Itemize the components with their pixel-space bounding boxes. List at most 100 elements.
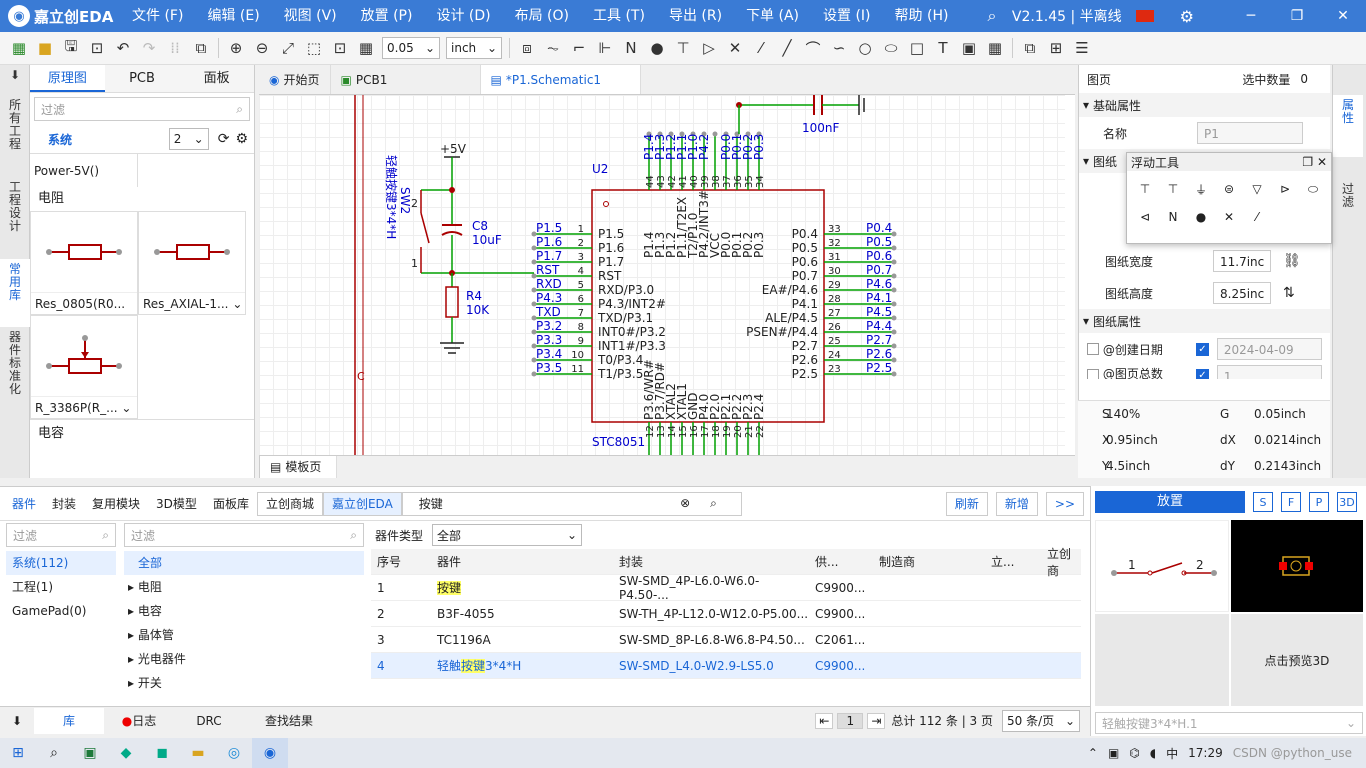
pages-field[interactable]: 1 <box>1216 365 1322 379</box>
library-item[interactable]: Res_AXIAL-1... ⌄ <box>138 211 246 315</box>
column-header[interactable]: 立创商 <box>1041 545 1081 579</box>
category-item[interactable]: 全部 <box>124 551 364 575</box>
net-label-icon[interactable]: N <box>618 35 644 61</box>
gear-icon[interactable]: ⚙ <box>1180 7 1194 26</box>
checklist-icon[interactable]: ☰ <box>1069 35 1095 61</box>
date-visible-checkbox[interactable] <box>1087 343 1099 355</box>
symbol-view-button[interactable]: S <box>1253 492 1273 512</box>
add-button[interactable]: 新增 <box>995 491 1038 516</box>
probe-icon[interactable]: ⁄ <box>748 35 774 61</box>
page-number-field[interactable]: 1 <box>837 712 864 729</box>
component-icon[interactable]: ⧈ <box>514 35 540 61</box>
device-search-input[interactable]: 按键 ⊗ ⌕ <box>401 491 742 516</box>
save-icon[interactable]: 🖫 <box>58 35 84 61</box>
refresh-button[interactable]: 刷新 <box>945 491 988 516</box>
tab-3d-models[interactable]: 3D模型 <box>148 495 205 512</box>
library-search-input[interactable]: 过滤 ⌕ <box>34 97 250 121</box>
tab-schematic1[interactable]: ▤ *P1.Schematic1 <box>480 65 641 94</box>
click-preview-3d[interactable]: 点击预览3D <box>1231 614 1363 706</box>
category-filter-input[interactable]: 过滤 ⌕ <box>124 523 364 547</box>
page-size-select[interactable]: 50 条/页 ⌄ <box>1002 709 1080 732</box>
ground-icon[interactable]: ⏚ <box>1187 175 1215 203</box>
category-item[interactable]: ▸ 光电器件 <box>124 647 364 671</box>
open-folder-icon[interactable]: ■ <box>32 35 58 61</box>
column-header[interactable]: 制造商 <box>873 553 985 570</box>
bom-icon[interactable]: ⧉ <box>1017 35 1043 61</box>
pin-icon[interactable]: ⬇ <box>0 714 34 728</box>
menu-item[interactable]: 放置 (P) <box>349 0 425 32</box>
menu-item[interactable]: 布局 (O) <box>503 0 581 32</box>
table-row[interactable]: 1 按键 SW-SMD_4P-L6.0-W6.0-P4.50-... C9900... <box>371 575 1081 602</box>
language-flag-icon[interactable] <box>1135 10 1154 22</box>
chevron-down-icon[interactable]: ⌄ <box>232 297 242 311</box>
pop-out-icon[interactable]: ❐ <box>1302 155 1313 169</box>
refresh-icon[interactable]: ⟳ <box>218 131 230 147</box>
category-item[interactable]: ▸ 电容 <box>124 599 364 623</box>
tab-start-page[interactable]: ◉ 开始页 <box>259 65 331 94</box>
floating-tools-header[interactable]: 浮动工具 ❐ ✕ <box>1127 153 1331 171</box>
rail-tab-filter[interactable]: 过滤 <box>1333 157 1363 219</box>
table-row[interactable]: 4 轻触按键3*4*H SW-SMD_L4.0-W2.9-LS5.0 C9900... <box>371 653 1081 679</box>
image-icon[interactable]: ▣ <box>956 35 982 61</box>
place-button[interactable]: 放置 <box>1095 491 1245 513</box>
pages-visible-checkbox[interactable] <box>1087 369 1099 379</box>
ellipse-icon[interactable]: ⬭ <box>878 35 904 61</box>
windows-start-icon[interactable]: ⊞ <box>0 738 36 768</box>
wire-icon[interactable]: ⏦ <box>540 35 566 61</box>
save-as-icon[interactable]: ⊡ <box>84 35 110 61</box>
file-explorer-icon[interactable]: ▬ <box>180 738 216 768</box>
ime-icon[interactable]: 中 <box>1166 745 1178 762</box>
tab-drc[interactable]: DRC <box>174 714 244 728</box>
no-connect-icon[interactable]: ✕ <box>722 35 748 61</box>
pages-enabled-checkbox[interactable]: ✓ <box>1196 369 1209 379</box>
menu-item[interactable]: 文件 (F) <box>120 0 195 32</box>
rail-tab-project-design[interactable]: 工程设计 <box>0 177 30 259</box>
symbol-preview[interactable]: 12 <box>1095 520 1229 612</box>
no-connect-icon[interactable]: ✕ <box>1215 203 1243 231</box>
jlc-eda-taskbar-icon[interactable]: ◉ <box>252 738 288 768</box>
menu-item[interactable]: 设计 (D) <box>424 0 502 32</box>
net-flag-icon[interactable]: ● <box>644 35 670 61</box>
tab-library[interactable]: 库 <box>34 707 104 734</box>
app-qc-icon[interactable]: ◆ <box>108 738 144 768</box>
table-row[interactable]: 3 TC1196A SW-SMD_8P-L6.8-W6.8-P4.50... C206… <box>371 627 1081 653</box>
library-item[interactable]: Res_0805(R0... ⌄ <box>30 211 138 333</box>
table-icon[interactable]: ▦ <box>982 35 1008 61</box>
find-icon[interactable]: ⧉ <box>188 35 214 61</box>
tab-reuse-modules[interactable]: 复用模块 <box>84 495 148 512</box>
tab-find-results[interactable]: 查找结果 <box>244 712 334 729</box>
tab-panel-lib[interactable]: 面板库 <box>205 495 257 512</box>
bus-entry-icon[interactable]: ⊩ <box>592 35 618 61</box>
category-item[interactable]: ▸ 开关 <box>124 671 364 695</box>
network-icon[interactable]: ⌬ <box>1129 746 1139 760</box>
tab-lcsc-mall[interactable]: 立创商城 <box>256 491 323 516</box>
edge-icon[interactable]: ◎ <box>216 738 252 768</box>
first-page-icon[interactable]: ⇤ <box>815 712 834 729</box>
menu-item[interactable]: 设置 (I) <box>811 0 883 32</box>
bezier-icon[interactable]: ∽ <box>826 35 852 61</box>
count-select[interactable]: 2 ⌄ <box>168 128 209 150</box>
restore-icon[interactable]: ❐ <box>1274 8 1320 24</box>
swap-icon[interactable]: ⇅ <box>1283 285 1295 301</box>
menu-item[interactable]: 下单 (A) <box>734 0 811 32</box>
schematic-canvas[interactable]: C U2 STC8051 P1.5 1 P1.5 P1.6 2 P1.6 P1.7 3 P1.7 RST… <box>259 95 1065 455</box>
net-port-out-icon[interactable]: ⊲ <box>1131 203 1159 231</box>
align-icon[interactable]: ⁞⁞ <box>162 35 188 61</box>
pcb-view-button[interactable]: P <box>1309 492 1329 512</box>
net-flag-icon[interactable]: ● <box>1187 203 1215 231</box>
column-header[interactable]: 供... <box>809 553 873 570</box>
search-icon[interactable]: ⌕ <box>972 6 1012 26</box>
netlist-icon[interactable]: ⊞ <box>1043 35 1069 61</box>
net-port-icon[interactable]: ▷ <box>696 35 722 61</box>
tab-template-page[interactable]: ▤ 模板页 <box>259 456 337 478</box>
redo-icon[interactable]: ↷ <box>136 35 162 61</box>
zoom-out-icon[interactable]: ⊖ <box>249 35 275 61</box>
clock[interactable]: 17:29 <box>1188 746 1223 760</box>
section-sheet-attrs[interactable]: ▾ 图纸属性 <box>1079 309 1330 333</box>
source-filter-input[interactable]: 过滤 ⌕ <box>6 523 116 547</box>
column-header[interactable]: 立... <box>985 553 1041 570</box>
device-type-select[interactable]: 全部 ⌄ <box>432 524 583 546</box>
tab-panel[interactable]: 面板 <box>179 65 254 92</box>
line-icon[interactable]: ╱ <box>774 35 800 61</box>
system-label[interactable]: 系统 <box>48 131 166 148</box>
